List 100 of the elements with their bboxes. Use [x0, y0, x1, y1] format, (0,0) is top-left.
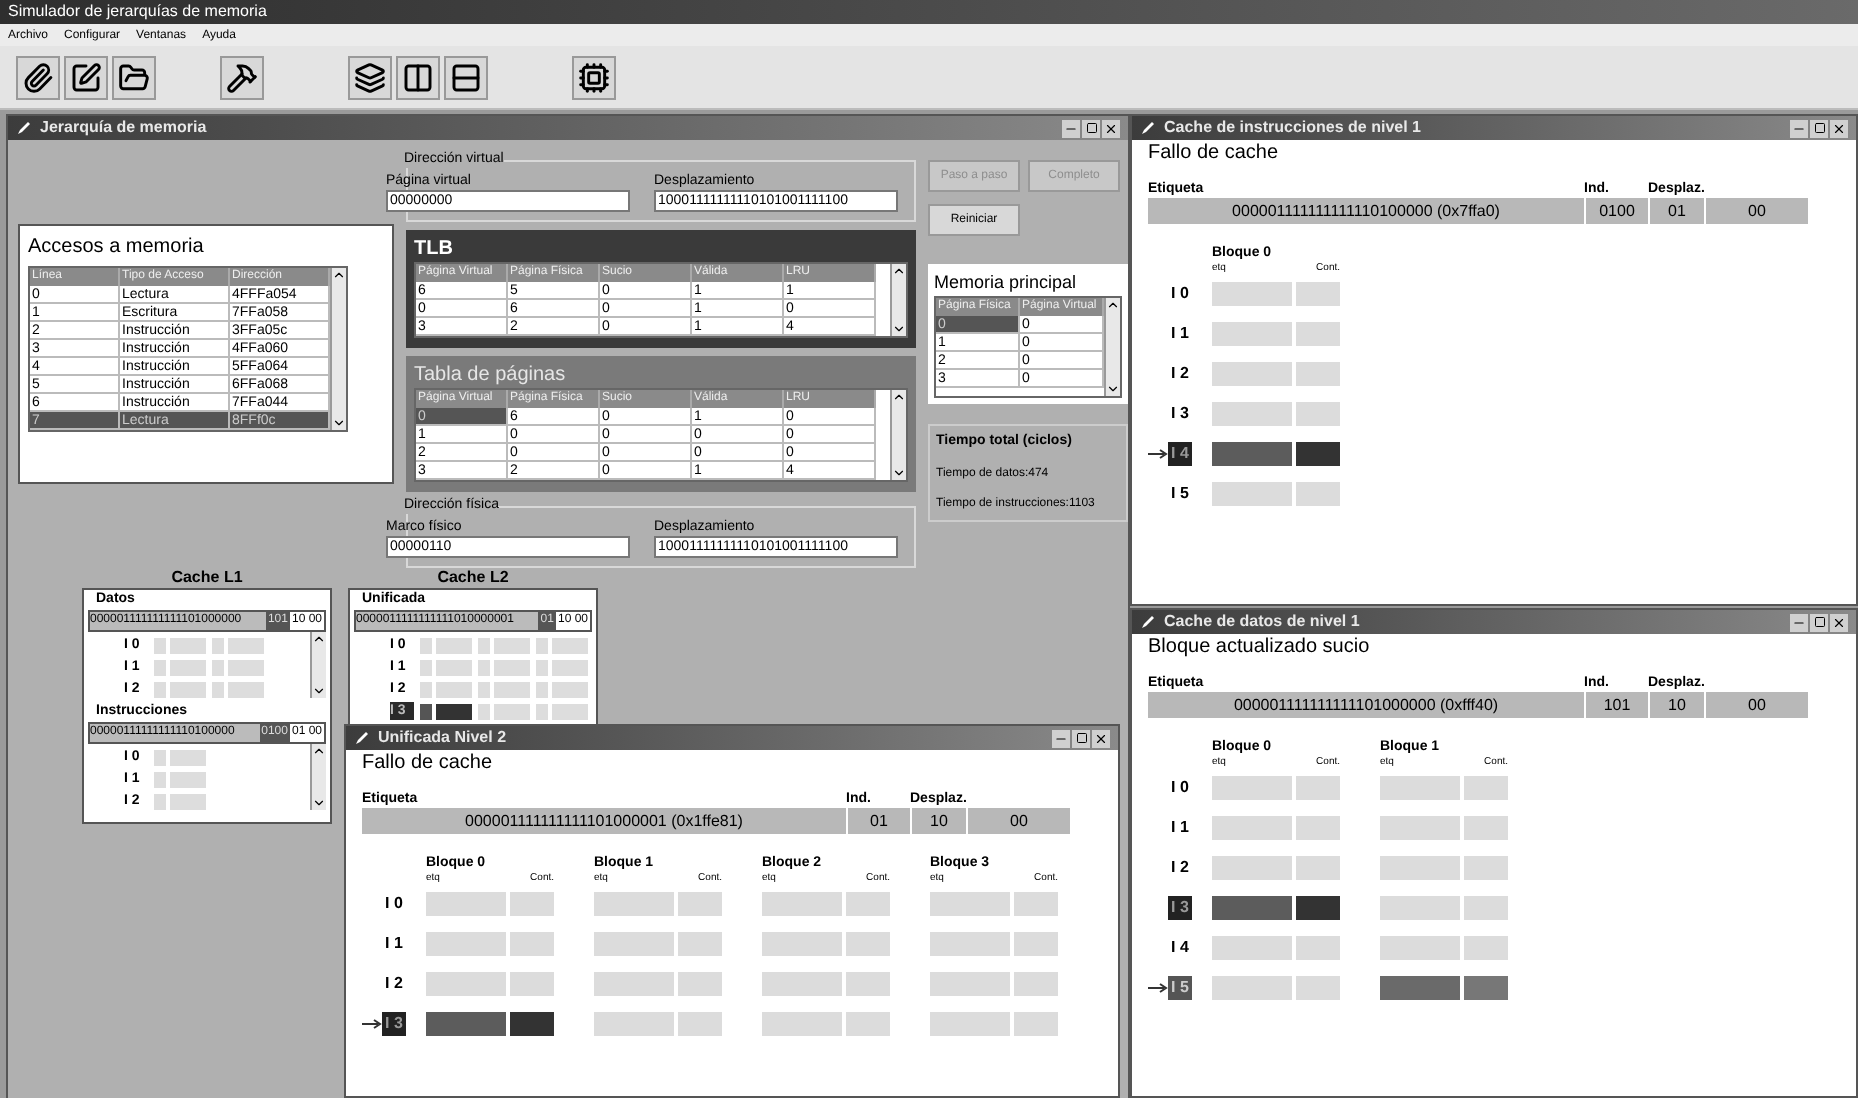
cont-slot	[1464, 856, 1508, 880]
data-slot	[494, 659, 530, 675]
cont-slot	[1464, 776, 1508, 800]
data-slot	[552, 659, 588, 675]
hammer-icon	[226, 61, 258, 93]
cont-slot	[1014, 892, 1058, 916]
toolbar-button[interactable]	[348, 55, 392, 99]
cont-slot	[846, 932, 890, 956]
cont-slot	[1014, 1012, 1058, 1036]
scrollbar[interactable]	[890, 390, 906, 480]
cont-slot	[510, 1012, 554, 1036]
row-label: I 2	[383, 972, 405, 996]
pointer-arrow-icon	[362, 1018, 382, 1030]
close-button[interactable]	[1830, 119, 1848, 137]
toolbar-button[interactable]	[396, 55, 440, 99]
cont-slot	[510, 972, 554, 996]
scroll-up-icon	[312, 744, 326, 758]
maximize-icon	[1085, 122, 1097, 134]
minimize-button[interactable]	[1790, 119, 1808, 137]
data-slot	[436, 659, 472, 675]
offset-bits: 01	[1648, 198, 1704, 224]
row-label: I 3	[1168, 896, 1192, 920]
panel-title: Memoria principal	[934, 270, 1079, 296]
maximize-button[interactable]	[1072, 729, 1090, 747]
minimize-button[interactable]	[1062, 119, 1080, 137]
data-slot	[170, 681, 206, 697]
maximize-icon	[1075, 732, 1087, 744]
toolbar-button[interactable]	[16, 55, 60, 99]
maximize-button[interactable]	[1082, 119, 1100, 137]
pencil-icon	[354, 730, 370, 746]
scroll-down-icon	[332, 416, 346, 430]
cont-slot	[1296, 776, 1340, 800]
row-label: I 3	[382, 1012, 406, 1036]
row-label: I 3	[1169, 402, 1191, 426]
cont-slot	[510, 892, 554, 916]
offset-bits: 10	[1648, 692, 1704, 718]
data-slot	[170, 659, 206, 675]
data-slot	[436, 703, 472, 719]
close-icon	[1832, 121, 1846, 135]
minimize-button[interactable]	[1790, 613, 1808, 631]
index-bits: 0100	[1584, 198, 1648, 224]
row-label: I 2	[1169, 362, 1191, 386]
status-message: Fallo de cache	[362, 750, 495, 778]
cont-slot	[1296, 936, 1340, 960]
chip-icon	[578, 61, 610, 93]
cont-slot	[846, 1012, 890, 1036]
cont-slot	[678, 972, 722, 996]
scrollbar[interactable]	[310, 744, 326, 810]
toolbar-button[interactable]	[444, 55, 488, 99]
data-slot	[170, 771, 206, 787]
cont-slot	[1464, 976, 1508, 1000]
minimize-button[interactable]	[1052, 729, 1070, 747]
maximize-button[interactable]	[1810, 119, 1828, 137]
scroll-down-icon	[1106, 382, 1120, 396]
byte-bits: 00	[1704, 692, 1808, 718]
paperclip-icon	[22, 61, 54, 93]
close-button[interactable]	[1092, 729, 1110, 747]
edit-icon	[70, 61, 102, 93]
data-slot	[228, 637, 264, 653]
toolbar-button[interactable]	[64, 55, 108, 99]
cont-slot	[678, 1012, 722, 1036]
close-button[interactable]	[1102, 119, 1120, 137]
row-label: I 0	[383, 892, 405, 916]
app-title: Simulador de jerarquías de memoria	[8, 4, 267, 20]
window-title: Cache de instrucciones de nivel 1	[1164, 120, 1421, 136]
data-slot	[170, 637, 206, 653]
cont-slot	[1296, 322, 1340, 346]
maximize-button[interactable]	[1810, 613, 1828, 631]
maximize-icon	[1813, 616, 1825, 628]
close-button[interactable]	[1830, 613, 1848, 631]
scrollbar[interactable]	[310, 632, 326, 698]
scrollbar[interactable]	[890, 264, 906, 336]
data-slot	[228, 681, 264, 697]
toolbar-button[interactable]	[112, 55, 156, 99]
data-slot	[228, 659, 264, 675]
cont-slot	[678, 892, 722, 916]
data-slot	[494, 703, 530, 719]
cont-slot	[1464, 816, 1508, 840]
data-slot	[494, 681, 530, 697]
byte-bits: 00	[1704, 198, 1808, 224]
row-label: I 4	[1168, 442, 1192, 466]
scrollbar[interactable]	[330, 268, 346, 430]
columns-icon	[402, 61, 434, 93]
window-title: Cache de datos de nivel 1	[1164, 614, 1360, 630]
tag-bits: 000001111111111101000001 (0x1ffe81)	[463, 810, 745, 834]
cont-slot	[678, 932, 722, 956]
folder-icon	[118, 61, 150, 93]
scroll-up-icon	[892, 264, 906, 278]
data-slot	[170, 793, 206, 809]
toolbar-button[interactable]	[572, 55, 616, 99]
toolbar-button[interactable]	[220, 55, 264, 99]
cont-slot	[1464, 896, 1508, 920]
scroll-up-icon	[332, 268, 346, 282]
row-label: I 5	[1168, 976, 1192, 1000]
scrollbar[interactable]	[1104, 298, 1120, 396]
cont-slot	[846, 892, 890, 916]
pencil-icon	[16, 120, 32, 136]
pointer-arrow-icon	[1148, 448, 1168, 460]
cascade-windows-icon	[354, 61, 386, 93]
window-title: Jerarquía de memoria	[40, 120, 207, 136]
